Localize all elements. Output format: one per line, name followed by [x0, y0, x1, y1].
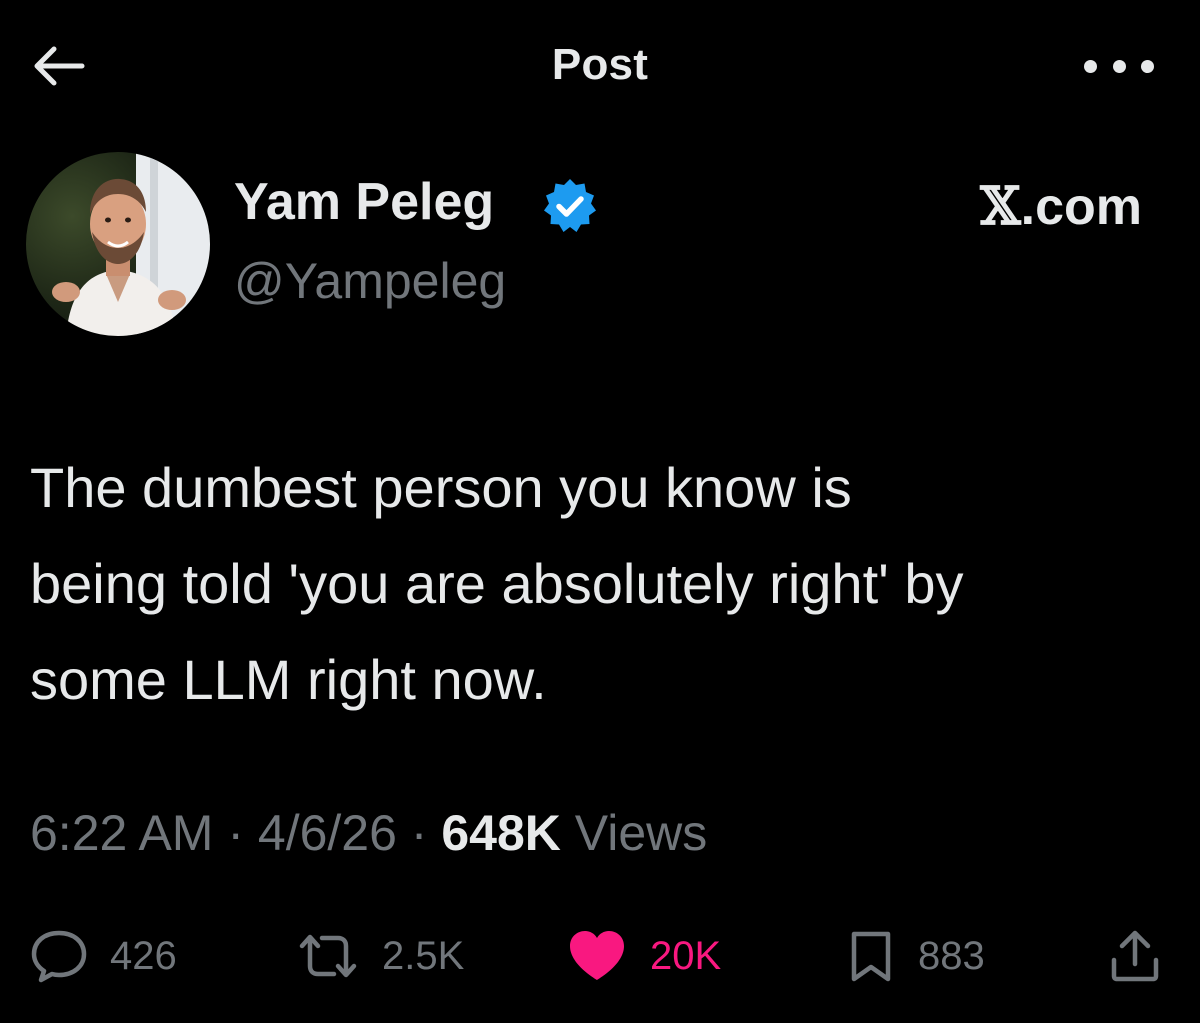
- share-button[interactable]: [1108, 924, 1162, 988]
- brand-label: 𝕏.com: [980, 176, 1142, 237]
- more-dot: [1112, 59, 1126, 73]
- bookmark-count: 883: [918, 933, 985, 978]
- bookmark-button[interactable]: 883: [846, 924, 985, 988]
- top-bar: Post: [0, 0, 1200, 130]
- views-count[interactable]: 648K: [441, 805, 561, 861]
- share-upload-icon: [1111, 930, 1159, 982]
- speech-bubble-icon: [31, 930, 87, 983]
- more-options-button[interactable]: [1084, 48, 1154, 84]
- like-button[interactable]: 20K: [566, 924, 721, 988]
- more-horizontal-icon: [1084, 59, 1097, 73]
- avatar-photo: [26, 152, 210, 336]
- tweet-text: The dumbest person you know is being tol…: [30, 456, 964, 711]
- author-handle[interactable]: @Yampeleg: [234, 252, 506, 310]
- page-title: Post: [551, 40, 649, 89]
- reply-count: 426: [110, 933, 177, 978]
- more-dot: [1141, 59, 1154, 73]
- verified-badge-icon: [544, 179, 596, 232]
- like-count: 20K: [650, 933, 722, 978]
- tweet-meta: 6:22 AM · 4/6/26 · 648K Views: [30, 804, 707, 862]
- avatar[interactable]: [26, 152, 210, 336]
- x-logo: 𝕏: [980, 176, 1021, 237]
- tweet-date[interactable]: 4/6/26: [258, 805, 397, 861]
- meta-separator: ·: [396, 805, 442, 861]
- repost-arrows-icon: [299, 934, 357, 978]
- heart-icon: [570, 931, 624, 980]
- repost-button[interactable]: 2.5K: [296, 924, 464, 988]
- meta-separator: ·: [213, 805, 258, 861]
- repost-count: 2.5K: [382, 933, 465, 978]
- tweet-time: 6:22 AM: [30, 805, 214, 861]
- author-name[interactable]: Yam Peleg: [234, 172, 494, 232]
- views-label: Views: [560, 805, 708, 861]
- reply-button[interactable]: 426: [30, 924, 177, 988]
- brand-suffix: .com: [1020, 178, 1142, 236]
- bookmark-icon: [851, 931, 891, 982]
